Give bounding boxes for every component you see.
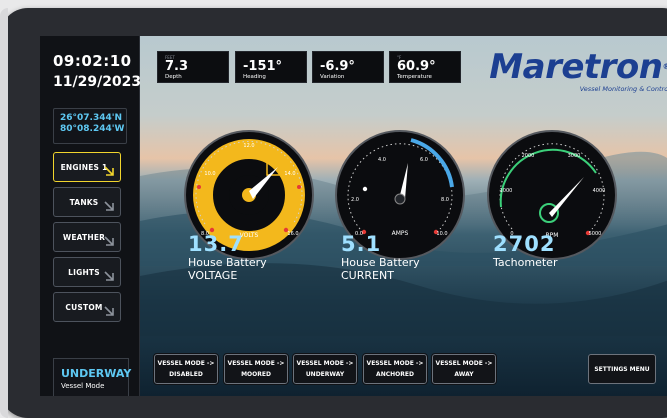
clock-time: 09:02:10	[53, 52, 141, 70]
current-line2: CURRENT	[341, 269, 420, 282]
variation-stat: -6.9° Variation	[312, 51, 384, 83]
rpm-tick-1000: 1000	[500, 188, 513, 194]
voltage-line1: House Battery	[188, 256, 267, 269]
gps-latitude: 26°07.344'N	[60, 113, 126, 124]
vessel-mode-anchored-button[interactable]: VESSEL MODE -> ANCHORED	[363, 354, 427, 384]
nav-lights-button[interactable]: LIGHTS	[53, 257, 121, 287]
logo-name: Maretron	[489, 47, 662, 87]
nav-custom-button[interactable]: CUSTOM	[53, 292, 121, 322]
button-line1: VESSEL MODE ->	[225, 358, 287, 369]
current-tick-2: 2.0	[351, 197, 359, 203]
rpm-tick-2000: 2000	[522, 153, 535, 159]
button-line2: UNDERWAY	[294, 369, 356, 380]
current-tick-10: 10.0	[436, 231, 447, 237]
tablet-device: 09:02:10 11/29/2023 26°07.344'N 80°08.24…	[0, 8, 667, 418]
voltage-tick-16: 16.0	[287, 231, 298, 237]
rpm-tick-5000: 5000	[589, 231, 602, 237]
rpm-line1: Tachometer	[493, 256, 557, 269]
voltage-tick-12: 12.0	[243, 143, 254, 149]
vessel-mode-value: UNDERWAY	[61, 367, 128, 380]
gps-longitude: 80°08.244'W	[60, 124, 126, 135]
arrow-icon	[103, 235, 115, 247]
button-line1: VESSEL MODE ->	[364, 358, 426, 369]
rpm-tick-4000: 4000	[593, 188, 606, 194]
voltage-readout: 13.7 House Battery VOLTAGE	[188, 232, 267, 282]
button-line2: MOORED	[225, 369, 287, 380]
maretron-logo: Maretron® Vessel Monitoring & Control	[480, 50, 667, 93]
button-line1: VESSEL MODE ->	[155, 358, 217, 369]
voltage-line2: VOLTAGE	[188, 269, 267, 282]
current-tick-4: 4.0	[378, 157, 386, 163]
vessel-mode-status: UNDERWAY Vessel Mode	[53, 358, 129, 396]
voltage-tick-10: 10.0	[204, 171, 215, 177]
arrow-icon	[103, 305, 115, 317]
vessel-mode-underway-button[interactable]: VESSEL MODE -> UNDERWAY	[293, 354, 357, 384]
nav-label: LIGHTS	[68, 268, 100, 277]
current-tick-6: 6.0	[420, 157, 428, 163]
current-readout: 5.1 House Battery CURRENT	[341, 232, 420, 282]
screen: 09:02:10 11/29/2023 26°07.344'N 80°08.24…	[40, 36, 667, 396]
vessel-mode-label: Vessel Mode	[61, 382, 128, 390]
nav-tanks-button[interactable]: TANKS	[53, 187, 121, 217]
arrow-icon	[103, 270, 115, 282]
voltage-value: 13.7	[188, 232, 267, 256]
stat-value: 60.9°	[397, 60, 460, 73]
stat-label: Heading	[243, 74, 306, 80]
current-tick-8: 8.0	[441, 197, 449, 203]
logo-registered: ®	[663, 62, 667, 71]
current-line1: House Battery	[341, 256, 420, 269]
clock: 09:02:10 11/29/2023	[53, 52, 141, 90]
nav-label: WEATHER	[63, 233, 105, 242]
stat-label: Depth	[165, 74, 228, 80]
nav-weather-button[interactable]: WEATHER	[53, 222, 121, 252]
nav-label: CUSTOM	[65, 303, 102, 312]
stat-value: -151°	[243, 60, 306, 73]
nav-label: TANKS	[70, 198, 99, 207]
nav-engines-1-button[interactable]: ENGINES 1	[53, 152, 121, 182]
depth-stat: FEET 7.3 Depth	[157, 51, 229, 83]
arrow-icon	[103, 165, 115, 177]
button-line1: VESSEL MODE ->	[294, 358, 356, 369]
nav-label: ENGINES 1	[61, 163, 108, 172]
stat-value: 7.3	[165, 60, 228, 73]
button-line1: VESSEL MODE ->	[433, 358, 495, 369]
stat-value: -6.9°	[320, 60, 383, 73]
gps-position: 26°07.344'N 80°08.244'W	[53, 108, 127, 144]
voltage-tick-14: 14.0	[284, 171, 295, 177]
vessel-mode-moored-button[interactable]: VESSEL MODE -> MOORED	[224, 354, 288, 384]
clock-date: 11/29/2023	[53, 74, 141, 90]
arrow-icon	[103, 200, 115, 212]
stat-label: Temperature	[397, 74, 460, 80]
rpm-tick-3000: 3000	[568, 153, 581, 159]
vessel-mode-away-button[interactable]: VESSEL MODE -> AWAY	[432, 354, 496, 384]
tablet-edge	[0, 8, 8, 418]
temperature-stat: °F 60.9° Temperature	[389, 51, 461, 83]
rpm-value: 2702	[493, 232, 557, 256]
rpm-readout: 2702 Tachometer	[493, 232, 557, 269]
stat-label: Variation	[320, 74, 383, 80]
current-value: 5.1	[341, 232, 420, 256]
button-line2: DISABLED	[155, 369, 217, 380]
button-line2: AWAY	[433, 369, 495, 380]
button-line2: ANCHORED	[364, 369, 426, 380]
settings-menu-button[interactable]: SETTINGS MENU	[588, 354, 656, 384]
sidebar: 09:02:10 11/29/2023 26°07.344'N 80°08.24…	[40, 36, 140, 396]
vessel-mode-disabled-button[interactable]: VESSEL MODE -> DISABLED	[154, 354, 218, 384]
heading-stat: -151° Heading	[235, 51, 307, 83]
